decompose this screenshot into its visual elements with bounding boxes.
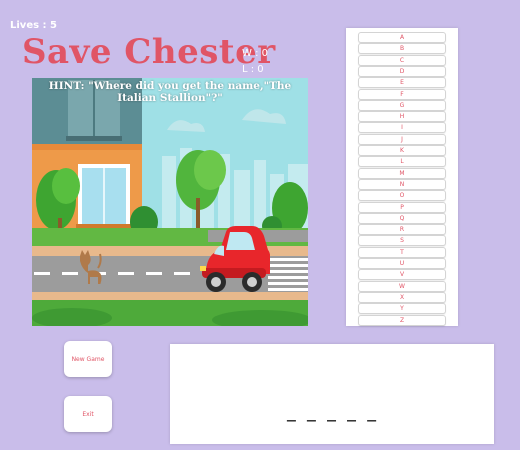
letter-button-k[interactable]: K xyxy=(358,145,446,156)
answer-blanks: _ _ _ _ _ xyxy=(286,404,378,422)
car-icon xyxy=(200,226,270,292)
letter-button-d[interactable]: D xyxy=(358,65,446,77)
letter-button-e[interactable]: E xyxy=(358,77,446,89)
letter-button-g[interactable]: G xyxy=(358,99,446,111)
letter-button-u[interactable]: U xyxy=(358,258,446,269)
losses-counter: L : 0 xyxy=(242,64,264,75)
letter-button-f[interactable]: F xyxy=(358,88,446,100)
lives-counter: Lives : 5 xyxy=(10,20,57,31)
letter-button-o[interactable]: O xyxy=(358,190,446,202)
letter-button-l[interactable]: L xyxy=(358,156,446,168)
wins-counter: W : 0 xyxy=(242,48,268,59)
cat-icon xyxy=(80,250,102,284)
letter-button-x[interactable]: X xyxy=(358,291,446,303)
letter-button-v[interactable]: V xyxy=(358,269,446,281)
letter-button-m[interactable]: M xyxy=(358,167,446,179)
letter-button-c[interactable]: C xyxy=(358,54,446,66)
letter-button-r[interactable]: R xyxy=(358,224,446,236)
game-title: Save Chester xyxy=(22,32,276,72)
answer-panel: _ _ _ _ _ xyxy=(170,344,494,444)
exit-button[interactable]: Exit xyxy=(64,396,112,432)
letter-button-q[interactable]: Q xyxy=(358,212,446,224)
new-game-button[interactable]: New Game xyxy=(64,341,112,377)
letter-button-w[interactable]: W xyxy=(358,280,446,292)
letter-button-p[interactable]: P xyxy=(358,201,446,213)
letter-button-z[interactable]: Z xyxy=(358,314,446,326)
letter-button-s[interactable]: S xyxy=(358,235,446,247)
game-scene: HINT: "Where did you get the name,"The I… xyxy=(32,78,308,326)
letter-button-y[interactable]: Y xyxy=(358,303,446,315)
letter-button-j[interactable]: J xyxy=(358,133,446,145)
letter-button-n[interactable]: N xyxy=(358,178,446,190)
letter-button-i[interactable]: I xyxy=(358,122,446,134)
letter-button-b[interactable]: B xyxy=(358,43,446,55)
letter-button-a[interactable]: A xyxy=(358,32,446,43)
letter-panel: ABCDEFGHIJKLMNOPQRSTUVWXYZ xyxy=(346,28,458,326)
letter-button-t[interactable]: T xyxy=(358,246,446,258)
hint-text: HINT: "Where did you get the name,"The I… xyxy=(48,80,292,104)
letter-button-h[interactable]: H xyxy=(358,111,446,123)
